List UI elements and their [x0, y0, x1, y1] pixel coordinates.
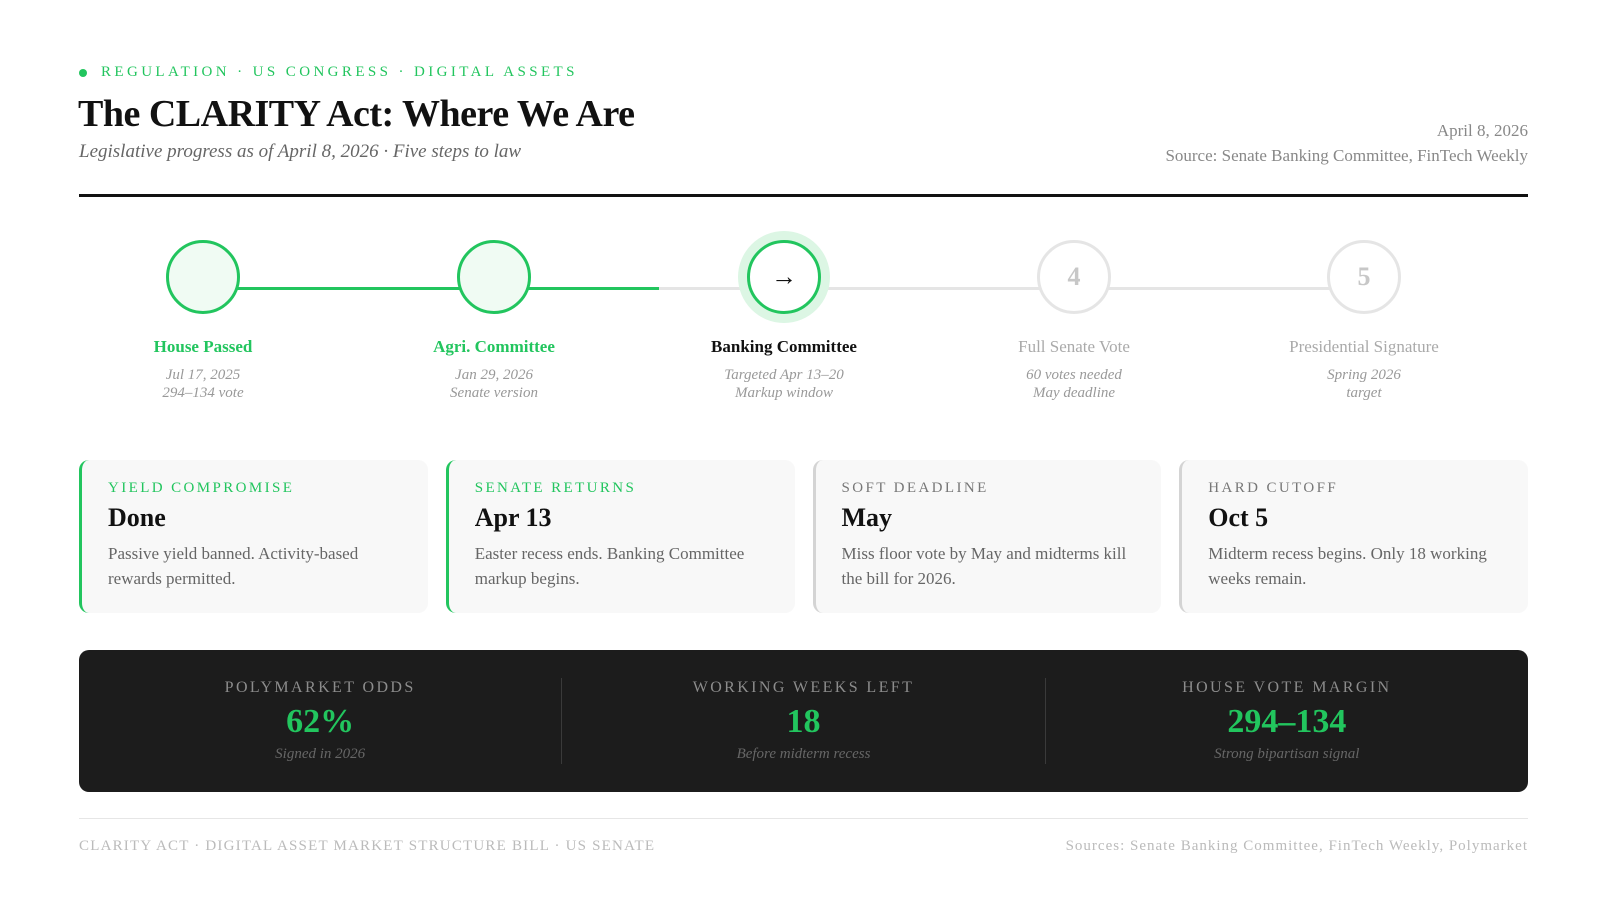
stat-note: Before midterm recess: [736, 746, 871, 762]
step-5-note: target: [1346, 385, 1382, 401]
page-title: The CLARITY Act: Where We Are: [78, 93, 635, 135]
card-value: Oct 5: [1208, 503, 1269, 532]
step-presidential-signature: 5 Presidential Signature Spring 2026 tar…: [1234, 240, 1494, 402]
milestone-cards: YIELD COMPROMISE Done Passive yield bann…: [79, 460, 1528, 613]
arrow-right-icon: →: [747, 240, 821, 314]
step-house-passed: House Passed Jul 17, 2025 294–134 vote: [73, 240, 333, 402]
stat-label: POLYMARKET ODDS: [224, 679, 416, 696]
card-description: Easter recess ends. Banking Committee ma…: [474, 544, 745, 588]
eyebrow-text: REGULATION · US CONGRESS · DIGITAL ASSET…: [101, 64, 578, 80]
progress-timeline: House Passed Jul 17, 2025 294–134 vote A…: [79, 240, 1528, 420]
card-label: YIELD COMPROMISE: [108, 480, 295, 496]
step-5-marker: 5: [1327, 240, 1401, 314]
footer-sources: Sources: Senate Banking Committee, FinTe…: [1065, 838, 1528, 854]
card-yield-compromise: YIELD COMPROMISE Done Passive yield bann…: [79, 460, 428, 613]
step-5-details: Spring 2026 target: [1234, 366, 1494, 402]
card-soft-deadline: SOFT DEADLINE May Miss floor vote by May…: [812, 460, 1162, 613]
step-4-marker: 4: [1037, 240, 1111, 314]
header-source: Source: Senate Banking Committee, FinTec…: [1165, 146, 1528, 165]
page-subtitle: Legislative progress as of April 8, 2026…: [79, 141, 522, 162]
step-1-note: 294–134 vote: [162, 385, 244, 401]
step-2-name: Agri. Committee: [433, 337, 555, 356]
card-value: May: [841, 503, 893, 532]
stat-value: 62%: [286, 703, 355, 740]
card-hard-cutoff: HARD CUTOFF Oct 5 Midterm recess begins.…: [1179, 460, 1528, 613]
footer-divider: [79, 818, 1528, 819]
step-agri-committee: Agri. Committee Jan 29, 2026 Senate vers…: [364, 240, 624, 402]
card-value: Done: [108, 503, 166, 532]
step-2-details: Jan 29, 2026 Senate version: [364, 366, 624, 402]
step-4-note: May deadline: [1032, 385, 1116, 401]
card-label: SOFT DEADLINE: [841, 480, 989, 496]
category-eyebrow: REGULATION · US CONGRESS · DIGITAL ASSET…: [79, 64, 578, 81]
step-3-details: Targeted Apr 13–20 Markup window: [654, 366, 914, 402]
card-value: Apr 13: [474, 503, 552, 532]
step-4-name: Full Senate Vote: [1018, 337, 1130, 356]
step-1-name: House Passed: [153, 337, 253, 356]
step-2-note: Senate version: [450, 385, 538, 401]
stat-note: Signed in 2026: [275, 746, 366, 762]
key-stats-panel: POLYMARKET ODDS 62% Signed in 2026 WORKI…: [79, 650, 1528, 792]
step-banking-committee: → Banking Committee Targeted Apr 13–20 M…: [654, 240, 914, 402]
stat-working-weeks: WORKING WEEKS LEFT 18 Before midterm rec…: [562, 679, 1044, 763]
step-5-name: Presidential Signature: [1289, 337, 1439, 356]
stat-value: 18: [786, 703, 821, 740]
step-1-marker: [166, 240, 240, 314]
card-senate-returns: SENATE RETURNS Apr 13 Easter recess ends…: [445, 460, 795, 613]
step-2-marker: [457, 240, 531, 314]
step-1-details: Jul 17, 2025 294–134 vote: [73, 366, 333, 402]
step-3-date: Targeted Apr 13–20: [724, 367, 844, 383]
card-description: Passive yield banned. Activity-based rew…: [108, 544, 359, 588]
step-3-note: Markup window: [735, 385, 833, 401]
step-5-date: Spring 2026: [1327, 367, 1401, 383]
step-4-details: 60 votes needed May deadline: [944, 366, 1204, 402]
card-description: Miss floor vote by May and midterms kill…: [841, 544, 1127, 588]
stat-value: 294–134: [1227, 703, 1347, 740]
header-divider: [79, 194, 1528, 197]
stat-polymarket-odds: POLYMARKET ODDS 62% Signed in 2026: [79, 679, 561, 763]
step-full-senate-vote: 4 Full Senate Vote 60 votes needed May d…: [944, 240, 1204, 402]
page: REGULATION · US CONGRESS · DIGITAL ASSET…: [0, 0, 1600, 924]
stat-house-vote-margin: HOUSE VOTE MARGIN 294–134 Strong biparti…: [1046, 679, 1528, 763]
stat-label: HOUSE VOTE MARGIN: [1182, 679, 1392, 696]
header-meta: April 8, 2026 Source: Senate Banking Com…: [1165, 118, 1528, 168]
stat-note: Strong bipartisan signal: [1214, 746, 1360, 762]
publish-date: April 8, 2026: [1436, 121, 1528, 140]
stat-label: WORKING WEEKS LEFT: [692, 679, 915, 696]
step-1-date: Jul 17, 2025: [165, 367, 241, 383]
status-dot-icon: [79, 68, 87, 77]
step-2-date: Jan 29, 2026: [455, 367, 533, 383]
step-4-date: 60 votes needed: [1026, 367, 1122, 383]
footer-caption: CLARITY ACT · DIGITAL ASSET MARKET STRUC…: [79, 838, 656, 854]
card-label: SENATE RETURNS: [474, 480, 637, 496]
card-description: Midterm recess begins. Only 18 working w…: [1208, 544, 1487, 588]
card-label: HARD CUTOFF: [1208, 480, 1339, 496]
step-3-name: Banking Committee: [711, 337, 857, 356]
